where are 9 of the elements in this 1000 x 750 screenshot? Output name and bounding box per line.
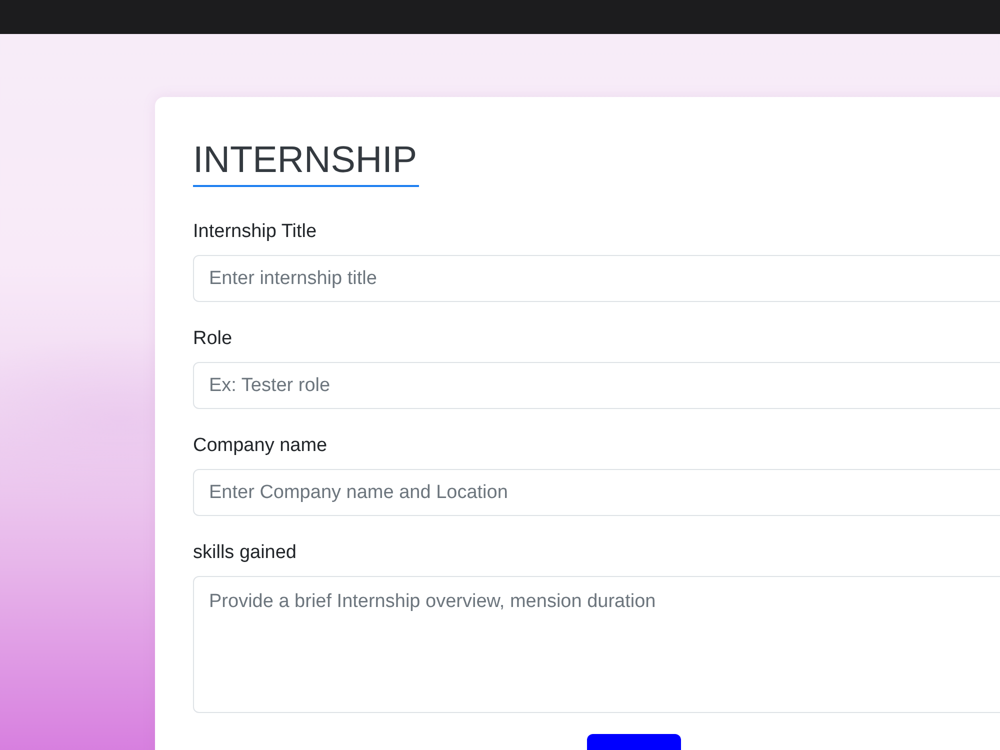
input-field[interactable]: Ex: Tester role — [193, 362, 1000, 409]
input-field[interactable]: Enter internship title — [193, 255, 1000, 302]
field-label: Internship Title — [193, 220, 317, 244]
field-label: Role — [193, 327, 232, 351]
field-label: Company name — [193, 434, 328, 458]
input-field[interactable]: Enter Company name and Location — [193, 469, 1000, 516]
text-area-field[interactable]: Provide a brief Internship overview, mension duration — [193, 576, 1000, 713]
form-title: INTERNSHIP — [193, 135, 420, 187]
field-label: skills gained — [193, 541, 296, 565]
